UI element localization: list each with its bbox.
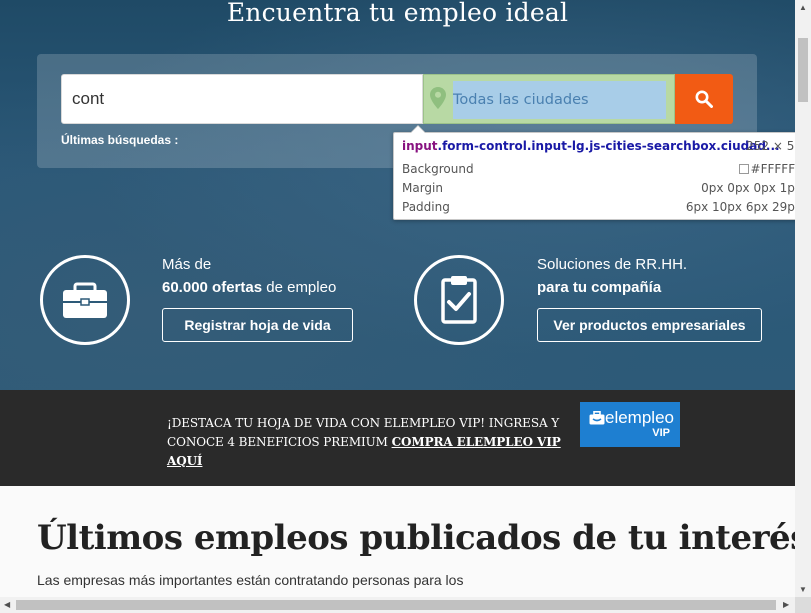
register-cv-button[interactable]: Registrar hoja de vida: [162, 308, 353, 342]
city-search-field[interactable]: Todas las ciudades: [423, 74, 675, 124]
latest-jobs-subtitle: Las empresas más importantes están contr…: [37, 572, 464, 588]
scroll-down-icon[interactable]: ▼: [799, 585, 807, 594]
recent-searches-label: Últimas búsquedas :: [61, 133, 179, 147]
latest-jobs-title: Últimos empleos publicados de tu interés: [37, 518, 795, 558]
page-viewport: Encuentra tu empleo ideal cont Todas las…: [0, 0, 795, 597]
feature-offers-text: Más de 60.000 ofertas de empleo: [162, 253, 336, 299]
tooltip-classes: .form-control.input-lg.js-cities-searchb…: [437, 139, 780, 153]
elempleo-vip-logo[interactable]: elempleo VIP: [580, 402, 680, 447]
briefcase-logo-icon: [589, 411, 605, 425]
vip-promo-text: ¡DESTACA TU HOJA DE VIDA CON ELEMPLEO VI…: [167, 414, 567, 471]
briefcase-icon: [63, 282, 107, 318]
keyword-search-input[interactable]: cont: [61, 74, 423, 124]
business-products-button[interactable]: Ver productos empresariales: [537, 308, 762, 342]
scroll-left-icon[interactable]: ◀: [4, 600, 10, 609]
vertical-scrollbar[interactable]: ▲ ▼: [795, 0, 811, 597]
keyword-search-value: cont: [72, 89, 105, 108]
color-swatch: [738, 164, 749, 174]
tooltip-row-background: Background #FFFFFF: [402, 162, 795, 178]
clipboard-check-icon: [441, 276, 477, 324]
tooltip-value: #FFFFFF: [738, 162, 795, 176]
city-search-input[interactable]: Todas las ciudades: [453, 81, 666, 119]
search-icon: [695, 90, 713, 108]
vip-promo-banner: ¡DESTACA TU HOJA DE VIDA CON ELEMPLEO VI…: [0, 390, 795, 486]
search-button[interactable]: [675, 74, 733, 124]
clipboard-circle: [414, 255, 504, 345]
scroll-right-icon[interactable]: ▶: [783, 600, 789, 609]
tooltip-key: Background: [402, 162, 474, 176]
vip-logo-brand: elempleo: [605, 408, 674, 427]
tooltip-header: input.form-control.input-lg.js-cities-se…: [402, 139, 795, 155]
tooltip-value-text: #FFFFFF: [750, 162, 795, 176]
briefcase-circle: [40, 255, 130, 345]
tooltip-key: Margin: [402, 181, 443, 195]
tooltip-value: 6px 10px 6px 29px: [685, 200, 795, 214]
tooltip-row-padding: Padding 6px 10px 6px 29px: [402, 200, 795, 216]
feature-hr-bold: para tu compañía: [537, 279, 662, 296]
feature-offers-rest: de empleo: [262, 279, 337, 296]
feature-hr-line1: Soluciones de RR.HH.: [537, 256, 688, 273]
horizontal-scroll-thumb[interactable]: [16, 600, 776, 610]
feature-offers-count: 60.000 ofertas: [162, 279, 263, 296]
tooltip-key: Padding: [402, 200, 450, 214]
hero-title: Encuentra tu empleo ideal: [226, 0, 569, 27]
tooltip-value: 0px 0px 0px 1px: [701, 181, 795, 195]
scrollbar-corner: [795, 597, 811, 613]
vertical-scroll-thumb[interactable]: [798, 38, 808, 102]
devtools-inspect-tooltip: input.form-control.input-lg.js-cities-se…: [393, 125, 795, 220]
scroll-up-icon[interactable]: ▲: [799, 3, 807, 12]
vip-logo-sub: VIP: [652, 427, 670, 439]
city-search-placeholder: Todas las ciudades: [453, 92, 589, 108]
tooltip-size: 252 × 50: [746, 139, 795, 153]
feature-hr-text: Soluciones de RR.HH. para tu compañía: [537, 253, 687, 299]
map-pin-icon: [430, 87, 446, 109]
tooltip-tag: input: [402, 139, 438, 153]
horizontal-scrollbar[interactable]: ◀ ▶: [0, 597, 795, 613]
feature-hr-line2: para tu compañía: [537, 276, 687, 299]
tooltip-arrow: [410, 125, 426, 133]
feature-offers-line2: 60.000 ofertas de empleo: [162, 276, 336, 299]
feature-offers-line1: Más de: [162, 256, 212, 273]
tooltip-row-margin: Margin 0px 0px 0px 1px: [402, 181, 795, 197]
